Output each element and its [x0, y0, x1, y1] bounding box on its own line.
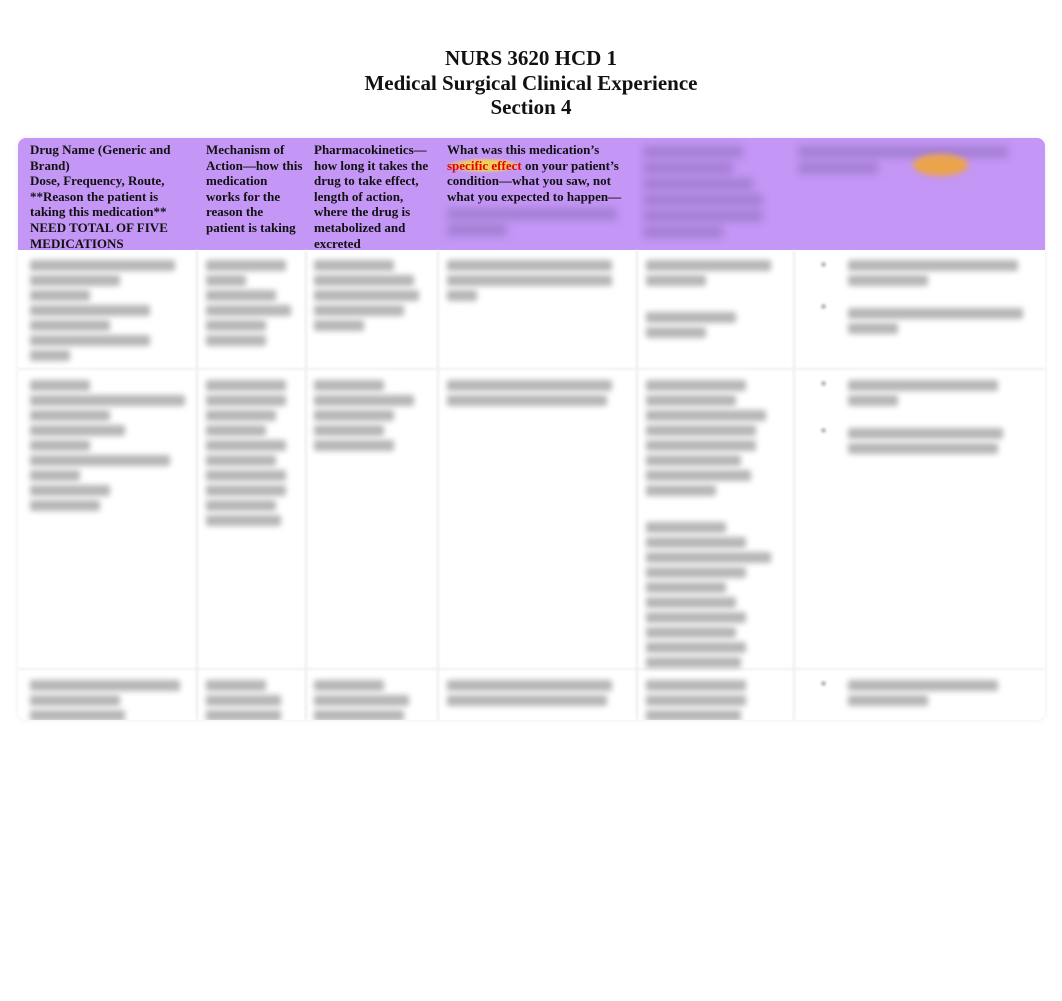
row1-col5-cell [646, 256, 776, 342]
course-title: NURS 3620 HCD 1 [444, 46, 618, 70]
highlight-blob [913, 154, 968, 176]
column-divider [196, 250, 198, 720]
row2-col6-cell [848, 376, 1028, 458]
row2-drug-cell [30, 376, 190, 515]
row3-col6-cell [848, 676, 1028, 710]
row1-col6-cell [848, 256, 1028, 338]
bullet-icon [821, 381, 826, 386]
bullet-icon [821, 304, 826, 309]
row1-mechanism-cell [206, 256, 294, 350]
header-effect-text-1: What was this medication’s [447, 142, 600, 157]
row3-pk-cell [314, 676, 424, 720]
medication-table: Drug Name (Generic and Brand) Dose, Freq… [18, 138, 1045, 720]
column-divider [437, 250, 439, 720]
row3-effect-cell [447, 676, 617, 710]
row2-effect-cell [447, 376, 617, 410]
document-title: NURS 3620 HCD 1 Medical Surgical Clinica… [0, 46, 1062, 120]
bullet-icon [821, 262, 826, 267]
header-drug-name-line2: Dose, Frequency, Route, **Reason the pat… [30, 173, 168, 251]
section-label: Section 4 [490, 95, 572, 119]
row2-pk-cell [314, 376, 424, 455]
header-drug-name: Drug Name (Generic and Brand) Dose, Freq… [30, 142, 190, 251]
row1-pk-cell [314, 256, 424, 335]
row-divider [18, 368, 1045, 370]
row2-col5-cell [646, 376, 776, 672]
row2-mechanism-cell [206, 376, 296, 530]
row1-effect-cell [447, 256, 617, 305]
row3-mechanism-cell [206, 676, 296, 720]
row1-drug-cell [30, 256, 180, 365]
bullet-icon [821, 681, 826, 686]
table-header-row: Drug Name (Generic and Brand) Dose, Freq… [18, 138, 1045, 251]
column-divider [793, 250, 795, 720]
header-specific-effect: What was this medication’s specific effe… [447, 142, 633, 240]
column-divider [636, 250, 638, 720]
column-divider [305, 250, 307, 720]
row3-drug-cell [30, 676, 190, 720]
header-column-6-blurred [798, 142, 1028, 178]
header-blurred-text [447, 208, 633, 237]
header-pharmacokinetics: Pharmacokinetics—how long it takes the d… [314, 142, 429, 251]
header-column-5-blurred [643, 142, 773, 242]
header-mechanism: Mechanism of Action—how this medication … [206, 142, 303, 235]
bullet-icon [821, 428, 826, 433]
row3-col5-cell [646, 676, 776, 720]
highlighted-specific-effect: specific effect [447, 157, 522, 173]
header-drug-name-line1: Drug Name (Generic and Brand) [30, 142, 171, 173]
course-subtitle: Medical Surgical Clinical Experience [364, 70, 698, 95]
row-divider [18, 668, 1045, 670]
